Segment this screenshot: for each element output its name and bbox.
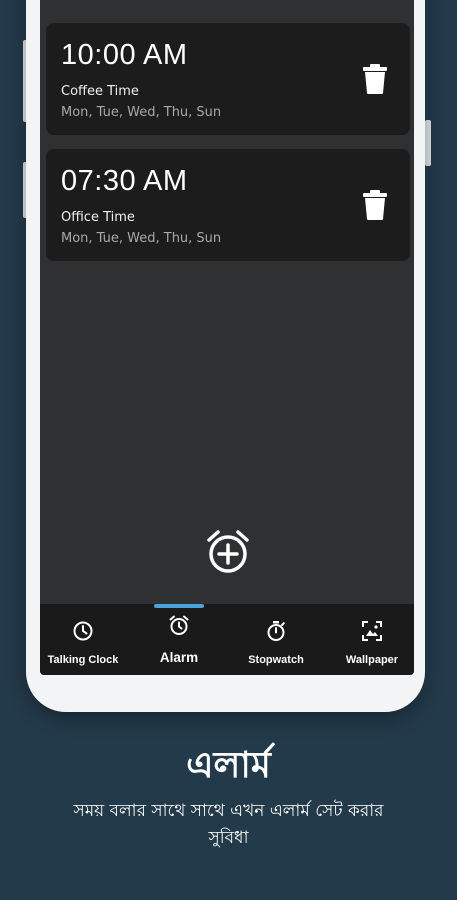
delete-alarm-button[interactable] (362, 63, 388, 95)
nav-label: Talking Clock (47, 654, 119, 666)
trash-icon (363, 64, 387, 94)
alarm-add-icon (207, 530, 249, 573)
delete-alarm-button[interactable] (362, 189, 388, 221)
phone-power-button (425, 120, 431, 166)
alarm-label: Office Time (61, 210, 135, 225)
bottom-navigation: Talking Clock Alarm Stopwatch Wallpaper (40, 604, 414, 675)
nav-label: Alarm (159, 650, 199, 665)
app-screen: 10:00 AM Coffee Time Mon, Tue, Wed, Thu,… (40, 0, 414, 675)
alarm-card[interactable]: 10:00 AM Coffee Time Mon, Tue, Wed, Thu,… (46, 23, 410, 135)
alarm-days: Mon, Tue, Wed, Thu, Sun (61, 231, 222, 246)
promo-subtitle: সময় বলার সাথে সাথে এখন এলার্ম সেট করার … (73, 801, 384, 848)
add-alarm-button[interactable] (206, 529, 250, 575)
alarm-card[interactable]: 07:30 AM Office Time Mon, Tue, Wed, Thu,… (46, 149, 410, 261)
nav-label: Stopwatch (248, 654, 304, 666)
alarm-label: Coffee Time (61, 84, 139, 99)
promo-title: এলার্ম (186, 744, 271, 786)
trash-icon (363, 190, 387, 220)
nav-item-wallpaper[interactable]: Wallpaper (336, 604, 408, 675)
wallpaper-icon (362, 621, 382, 641)
stopwatch-icon (267, 621, 285, 641)
alarm-time: 10:00 AM (61, 39, 188, 71)
alarm-time: 07:30 AM (61, 165, 188, 197)
clock-icon (73, 621, 93, 641)
nav-item-alarm[interactable]: Alarm (144, 604, 214, 675)
nav-item-stopwatch[interactable]: Stopwatch (235, 604, 317, 675)
nav-item-talking-clock[interactable]: Talking Clock (40, 604, 126, 675)
alarm-days: Mon, Tue, Wed, Thu, Sun (61, 105, 222, 120)
nav-label: Wallpaper (345, 654, 399, 666)
alarm-icon (169, 615, 189, 635)
